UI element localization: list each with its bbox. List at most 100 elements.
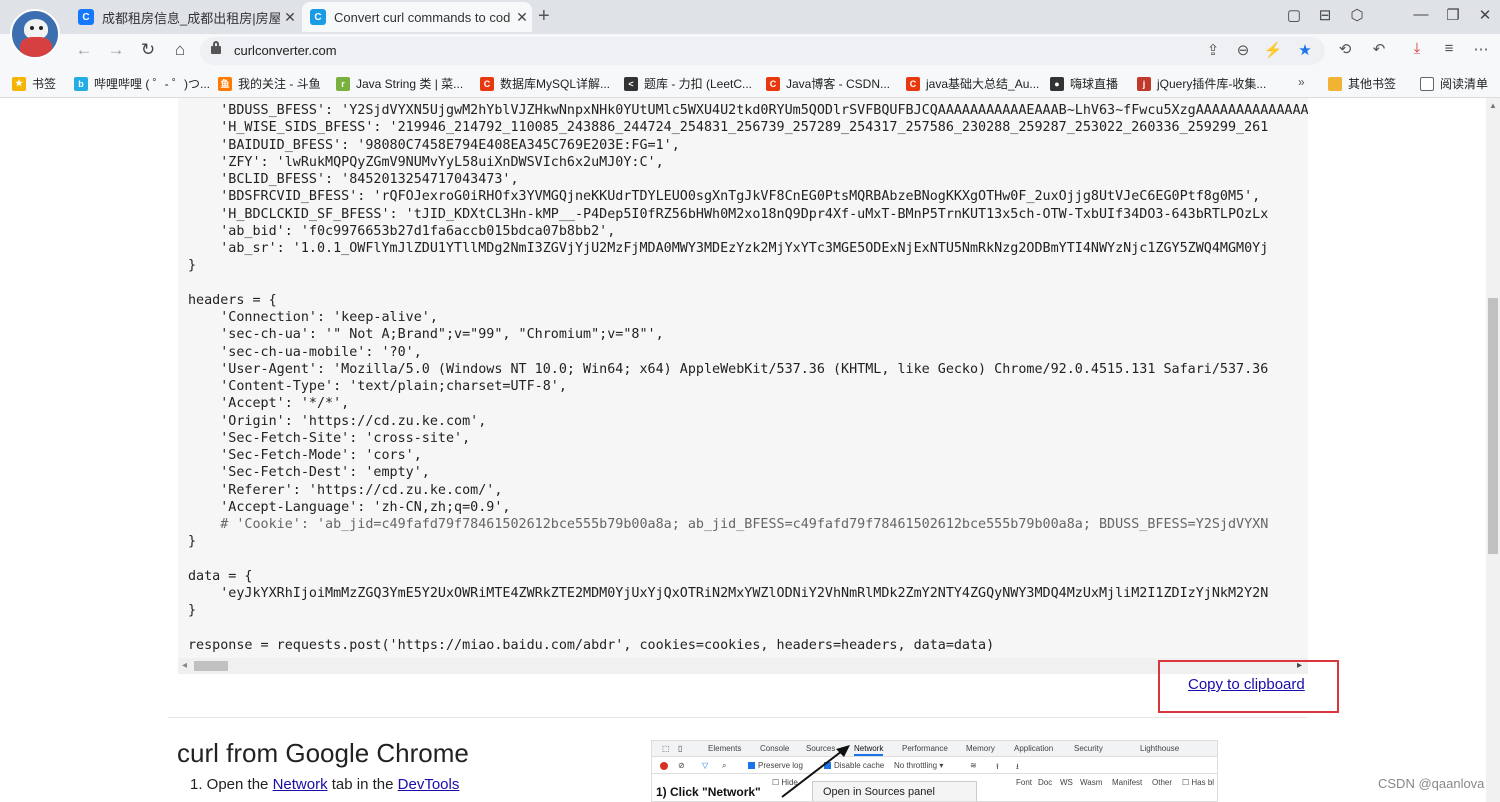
douyu-icon: 鱼 (218, 76, 232, 91)
address-bar[interactable]: curlconverter.com ⇪ ⊖ ⚡ ★ (200, 37, 1325, 65)
bookmark-label: java基础大总结_Au... (926, 77, 1040, 91)
zoom-icon[interactable]: ⊖ (1232, 41, 1254, 59)
bookmark-item[interactable]: Cjava基础大总结_Au... (906, 75, 1039, 92)
devtools-link[interactable]: DevTools (398, 776, 460, 793)
favorite-star-icon[interactable]: ★ (1294, 41, 1316, 59)
code-block: 'BDUSS_BFESS': 'Y2SjdVYXN5UjgwM2hYblVJZH… (188, 102, 1308, 654)
code-line: 'Accept-Language': 'zh-CN,zh;q=0.9', (188, 499, 511, 515)
code-line: 'Content-Type': 'text/plain;charset=UTF-… (188, 379, 567, 394)
generated-python-code[interactable]: 'BDUSS_BFESS': 'Y2SjdVYXN5UjgwM2hYblVJZH… (178, 98, 1308, 674)
ke-favicon-icon: C (78, 9, 94, 25)
tab-label: Convert curl commands to cod (334, 9, 511, 25)
code-line: 'BDUSS_BFESS': 'Y2SjdVYXN5UjgwM2hYblVJZH… (220, 103, 1308, 118)
code-line: } (188, 534, 197, 550)
tab-ke-rental[interactable]: C 成都租房信息_成都出租房|房屋 ✕ (70, 2, 300, 32)
bolt-icon[interactable]: ⚡ (1262, 41, 1284, 59)
sync-icon[interactable]: ⟲ (1332, 40, 1358, 58)
network-link[interactable]: Network (273, 776, 328, 793)
code-line: 'Sec-Fetch-Dest': 'empty', (188, 465, 430, 481)
star-icon: ★ (12, 76, 26, 91)
close-icon[interactable]: ✕ (512, 9, 532, 26)
scroll-left-icon[interactable]: ◂ (182, 660, 187, 671)
code-line: 'eyJkYXRhIjoiMmMzZGQ3YmE5Y2UxOWRiMTE4ZWR… (188, 586, 1269, 601)
copy-to-clipboard-link[interactable]: Copy to clipboard (1188, 676, 1305, 693)
page-vertical-scrollbar[interactable]: ▲ (1486, 98, 1500, 802)
jquery-icon: j (1137, 76, 1151, 91)
bookmark-item[interactable]: b 哔哩哔哩 ( ゜- ゜)つ... (74, 75, 210, 92)
code-line: 'H_BDCLCKID_SF_BFESS': 'tJID_KDXtCL3Hn-k… (188, 206, 1269, 222)
code-line: 'ZFY': 'lwRukMQPQyZGmV9NUMvYyL58uiXnDWSV… (188, 154, 664, 170)
bookmark-label: 嗨球直播 (1070, 77, 1119, 91)
minimize-icon[interactable]: — (1408, 6, 1434, 23)
tab-actions-icon[interactable]: ▢ (1281, 6, 1307, 24)
lock-icon[interactable] (211, 41, 221, 54)
bookmark-item[interactable]: C 数据库MySQL详解... (480, 75, 610, 92)
bookmark-label: 哔哩哔哩 ( ゜- ゜)つ... (94, 77, 210, 91)
bookmarks-overflow-button[interactable]: » (1298, 75, 1305, 89)
bookmark-item[interactable]: C Java博客 - CSDN... (766, 75, 890, 92)
share-icon[interactable]: ⇪ (1202, 41, 1224, 59)
tab-curlconverter[interactable]: C Convert curl commands to cod ✕ (302, 2, 532, 32)
forward-icon[interactable]: → (104, 40, 128, 60)
bookmark-item[interactable]: < 题库 - 力扣 (LeetC... (624, 75, 752, 92)
reload-icon[interactable]: ↻ (136, 40, 160, 60)
csdn-icon: C (480, 76, 494, 91)
leetcode-icon: < (624, 76, 638, 91)
code-line: 'ab_sr': '1.0.1_OWFlYmJlZDU1YTllMDg2NmI3… (188, 241, 1269, 256)
bookmark-item[interactable]: ★ 书签 (12, 75, 56, 92)
more-menu-icon[interactable]: ⋯ (1468, 40, 1494, 58)
download-icon[interactable]: ⤓ (1404, 40, 1430, 57)
reading-list-icon (1420, 76, 1434, 91)
profile-avatar[interactable] (10, 9, 60, 59)
code-horizontal-scrollbar[interactable]: ◂ ▸ (178, 658, 1308, 674)
reading-list-button[interactable]: 阅读清单 (1420, 75, 1488, 92)
scrollbar-thumb[interactable] (1488, 298, 1498, 554)
bookmark-label: 其他书签 (1348, 77, 1397, 91)
code-line: 'sec-ch-ua': '" Not A;Brand";v="99", "Ch… (188, 327, 664, 343)
bookmark-label: Java String 类 | 菜... (356, 77, 464, 91)
step-text: 1. Open the (190, 776, 273, 793)
code-line: 'BCLID_BFESS': '8452013254717043473', (188, 172, 519, 187)
undo-icon[interactable]: ↶ (1366, 40, 1392, 58)
close-window-icon[interactable]: ✕ (1472, 6, 1498, 24)
bookmark-label: 书签 (32, 77, 57, 91)
bookmark-item[interactable]: r Java String 类 | 菜... (336, 75, 463, 92)
code-line: 'Referer': 'https://cd.zu.ke.com/', (188, 482, 503, 498)
tab-label: 成都租房信息_成都出租房|房屋 (102, 10, 280, 26)
code-line: 'User-Agent': 'Mozilla/5.0 (Windows NT 1… (188, 361, 1269, 377)
code-line: 'sec-ch-ua-mobile': '?0', (188, 344, 422, 360)
bookmark-item[interactable]: 鱼我的关注 - 斗鱼 (218, 75, 321, 92)
code-line: data = { (188, 568, 253, 584)
code-line: headers = { (188, 292, 277, 308)
back-icon[interactable]: ← (72, 40, 96, 60)
bookmark-label: 数据库MySQL详解... (500, 77, 611, 91)
navigation-bar: ← → ↻ ⌂ curlconverter.com ⇪ ⊖ ⚡ ★ ⟲ ↶ ⤓ … (0, 34, 1500, 68)
code-line: 'Origin': 'https://cd.zu.ke.com', (188, 413, 487, 429)
new-tab-button[interactable]: + (538, 5, 550, 28)
runoob-icon: r (336, 76, 350, 91)
scrollbar-thumb[interactable] (194, 661, 228, 671)
curlconverter-favicon-icon: C (310, 9, 326, 25)
maximize-icon[interactable]: ❐ (1440, 6, 1466, 24)
folder-icon (1328, 76, 1342, 91)
code-line: 'BDSFRCVID_BFESS': 'rQFOJexroG0iRHOfx3YV… (188, 189, 1261, 205)
home-icon[interactable]: ⌂ (168, 40, 192, 60)
code-line: 'Sec-Fetch-Site': 'cross-site', (188, 430, 471, 446)
bookmark-item[interactable]: j jQuery插件库-收集... (1137, 75, 1266, 92)
section-divider (168, 717, 1308, 718)
bookmark-label: Java博客 - CSDN... (786, 77, 891, 91)
instruction-step-1: 1. Open the Network tab in the DevTools (190, 776, 459, 793)
other-bookmarks-folder[interactable]: 其他书签 (1328, 75, 1396, 92)
url-text[interactable]: curlconverter.com (234, 43, 337, 58)
watermark: CSDN @qaanlova (1378, 776, 1485, 791)
code-line: 'ab_bid': 'f0c9976653b27d1fa6accb015bdca… (188, 223, 616, 239)
collections-icon[interactable]: ⊟ (1312, 6, 1338, 24)
scroll-up-icon[interactable]: ▲ (1489, 101, 1497, 110)
reading-list-icon[interactable]: ≡ (1436, 40, 1462, 57)
close-icon[interactable]: ✕ (280, 9, 300, 26)
extensions-icon[interactable]: ⬡ (1344, 6, 1370, 24)
code-line: 'Connection': 'keep-alive', (188, 310, 438, 325)
bookmark-item[interactable]: ● 嗨球直播 (1050, 75, 1118, 92)
